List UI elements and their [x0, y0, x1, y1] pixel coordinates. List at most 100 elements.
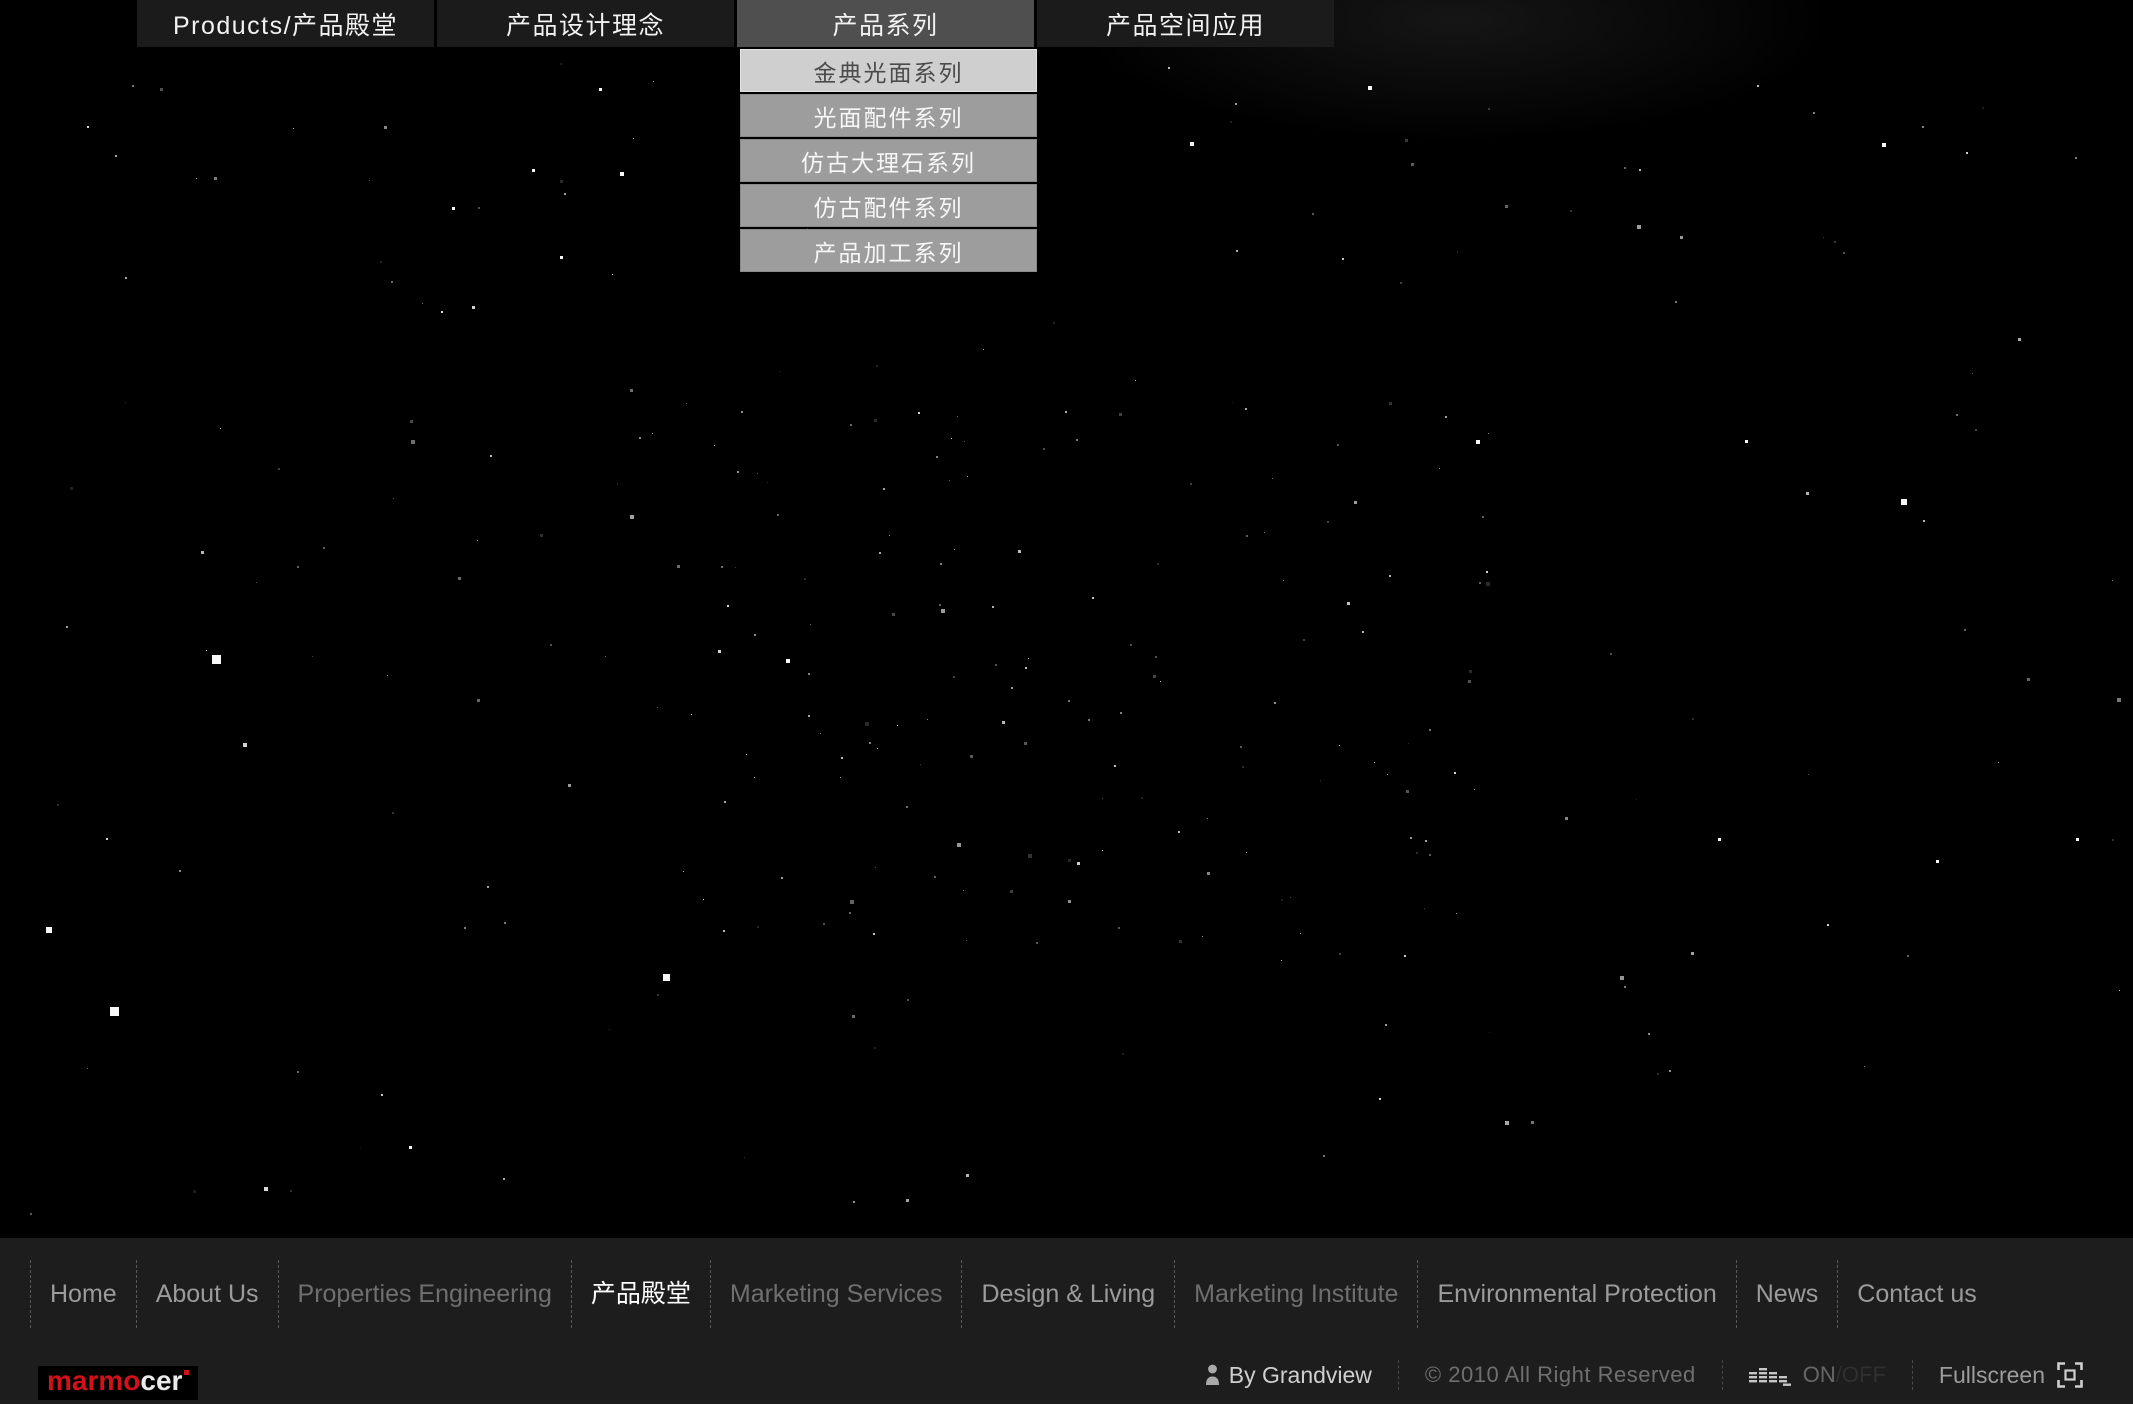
star — [220, 428, 221, 429]
star — [1077, 862, 1080, 865]
star — [1157, 563, 1159, 565]
star — [1092, 597, 1094, 599]
bottom-nav-item[interactable]: Properties Engineering — [278, 1260, 571, 1328]
top-tab[interactable]: 产品设计理念 — [437, 0, 734, 47]
star — [1823, 237, 1824, 238]
top-tab[interactable]: 产品系列 — [737, 0, 1034, 47]
star — [560, 180, 563, 183]
star — [1011, 687, 1013, 689]
star — [1303, 639, 1305, 641]
star — [1122, 1053, 1124, 1055]
star — [1680, 236, 1683, 239]
star — [1479, 582, 1481, 584]
star — [939, 604, 941, 606]
star — [808, 715, 810, 717]
bottom-nav-item[interactable]: Design & Living — [961, 1260, 1174, 1328]
dropdown-item[interactable]: 光面配件系列 — [740, 94, 1037, 137]
star — [810, 624, 811, 625]
star — [1119, 413, 1122, 416]
star — [1068, 700, 1070, 702]
bottom-nav-item[interactable]: Marketing Services — [710, 1260, 962, 1328]
star — [1230, 121, 1232, 123]
top-tab[interactable]: 产品空间应用 — [1037, 0, 1334, 47]
star — [957, 843, 961, 847]
star — [564, 193, 566, 195]
star — [504, 922, 506, 924]
star — [757, 926, 759, 928]
star — [441, 311, 443, 313]
star — [410, 420, 413, 423]
dropdown-item[interactable]: 金典光面系列 — [740, 49, 1037, 92]
bottom-nav-item[interactable]: Contact us — [1837, 1260, 1996, 1328]
star — [1232, 402, 1233, 403]
dropdown-item[interactable]: 产品加工系列 — [740, 229, 1037, 272]
star — [1036, 942, 1038, 944]
credit-link[interactable]: By Grandview — [1205, 1362, 1372, 1389]
bottom-nav-item[interactable]: 产品殿堂 — [571, 1260, 710, 1328]
star — [1620, 976, 1624, 980]
star — [1242, 766, 1244, 768]
star — [777, 514, 779, 516]
star — [876, 365, 878, 367]
bottom-nav-item[interactable]: Marketing Institute — [1174, 1260, 1417, 1328]
star — [934, 876, 936, 878]
star — [1488, 433, 1489, 434]
star — [293, 128, 294, 129]
star — [907, 999, 909, 1001]
star — [1160, 681, 1161, 682]
star — [723, 930, 725, 932]
star — [1827, 924, 1829, 926]
star — [652, 433, 653, 434]
star — [874, 419, 877, 422]
footer-divider — [1722, 1360, 1723, 1390]
marmocer-logo[interactable]: marmocer — [38, 1366, 198, 1400]
star — [1264, 532, 1265, 533]
star — [808, 673, 810, 675]
star — [1570, 210, 1572, 212]
star — [1240, 746, 1242, 748]
star — [568, 784, 571, 787]
star — [966, 1174, 969, 1177]
star — [737, 471, 739, 473]
product-series-dropdown: 金典光面系列 光面配件系列 仿古大理石系列 仿古配件系列 产品加工系列 — [740, 47, 1037, 272]
bright-star — [1745, 440, 1748, 443]
star — [392, 812, 394, 814]
dropdown-item[interactable]: 仿古配件系列 — [740, 184, 1037, 227]
star — [411, 440, 415, 444]
bottom-nav-item-label: About Us — [156, 1280, 259, 1308]
bottom-nav-item-label: Marketing Services — [730, 1280, 943, 1308]
top-tab[interactable]: Products/产品殿堂 — [137, 0, 434, 47]
star — [106, 838, 108, 840]
star — [550, 644, 552, 646]
fullscreen-button[interactable]: Fullscreen — [1939, 1362, 2083, 1389]
star — [503, 1178, 505, 1180]
star — [605, 656, 606, 657]
footer-divider — [1912, 1360, 1913, 1390]
star — [1486, 582, 1490, 586]
bottom-nav-item[interactable]: Home — [30, 1260, 136, 1328]
star — [1102, 850, 1103, 851]
star — [686, 403, 687, 404]
bright-star — [1901, 499, 1907, 505]
bottom-nav-item[interactable]: About Us — [136, 1260, 278, 1328]
top-tab-label: 产品空间应用 — [1106, 6, 1265, 42]
star — [1018, 550, 1021, 553]
dropdown-item-label: 产品加工系列 — [814, 234, 964, 268]
star — [957, 416, 958, 417]
star — [1429, 729, 1431, 731]
star — [1457, 252, 1458, 253]
person-icon — [1205, 1364, 1220, 1386]
star — [1337, 444, 1339, 446]
star — [256, 582, 257, 583]
bright-star — [786, 659, 790, 663]
star — [1404, 955, 1406, 957]
star — [1505, 1121, 1509, 1125]
sound-toggle[interactable]: ON/OFF — [1749, 1362, 1886, 1388]
star — [1843, 252, 1845, 254]
bottom-nav-item[interactable]: Environmental Protection — [1417, 1260, 1735, 1328]
dropdown-item[interactable]: 仿古大理石系列 — [740, 139, 1037, 182]
star — [422, 303, 423, 304]
star — [1966, 152, 1968, 154]
bottom-nav-item[interactable]: News — [1736, 1260, 1838, 1328]
star — [1956, 414, 1958, 416]
